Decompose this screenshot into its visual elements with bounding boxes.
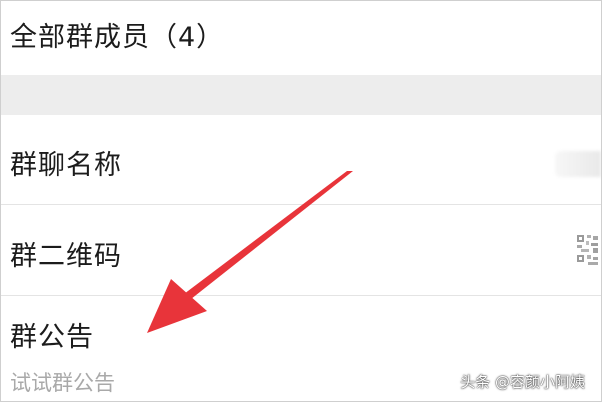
- group-notice-label: 群公告: [10, 322, 94, 353]
- section-divider: [1, 75, 601, 115]
- group-qr-code-label: 群二维码: [10, 241, 122, 272]
- all-members-label: 全部群成员（4）: [10, 22, 225, 53]
- group-qr-code-row[interactable]: 群二维码: [1, 206, 601, 296]
- group-notice-preview: 试试群公告: [10, 371, 115, 395]
- group-settings-screen: 全部群成员（4） 群聊名称 群二维码 群公告 试试群公告 头条 @容颜小阿姨: [0, 0, 602, 402]
- group-name-value: [555, 151, 601, 177]
- all-members-row[interactable]: 全部群成员（4）: [1, 1, 601, 75]
- qr-code-icon: [575, 233, 601, 267]
- group-name-row[interactable]: 群聊名称: [1, 115, 601, 205]
- watermark-text: 头条 @容颜小阿姨: [460, 373, 585, 391]
- group-name-label: 群聊名称: [10, 150, 122, 181]
